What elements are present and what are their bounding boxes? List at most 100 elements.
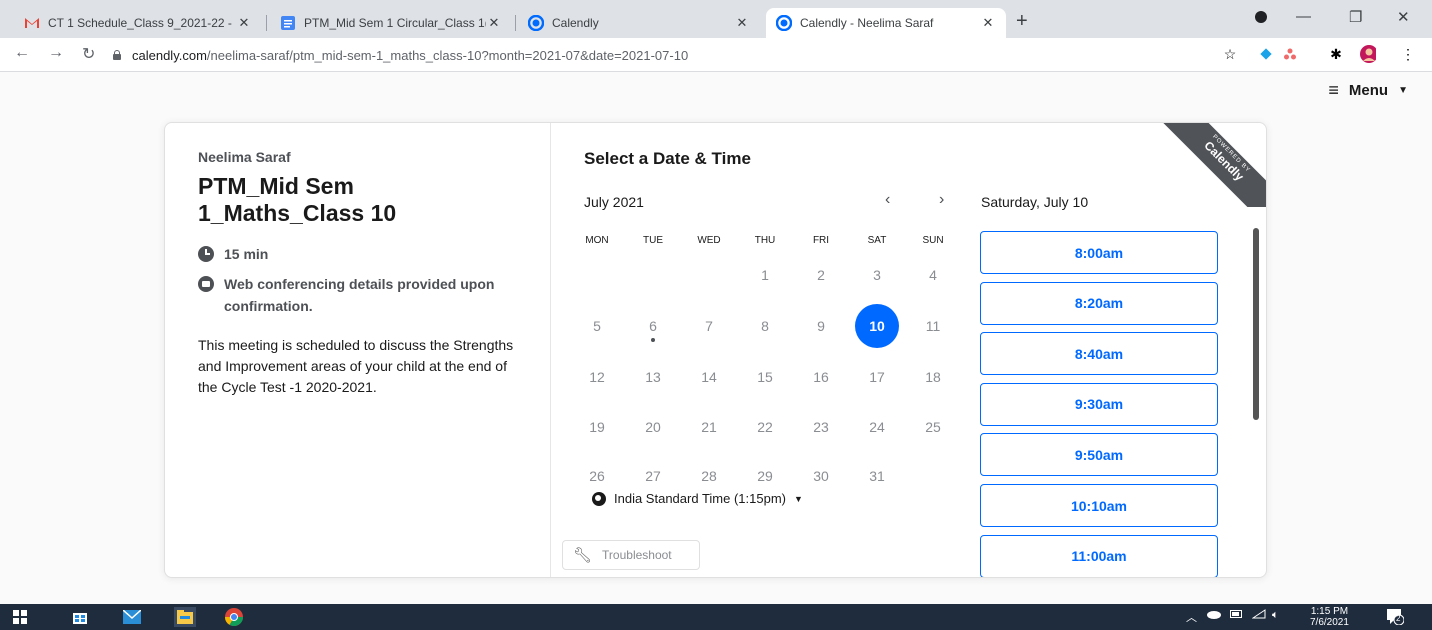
tab-title: Calendly [552, 16, 599, 30]
time-slot-button[interactable]: 9:30am [980, 382, 1218, 426]
chevron-left-icon[interactable]: ‹ [885, 191, 890, 209]
calendar-day: 17 [855, 355, 899, 399]
event-details: Neelima Saraf PTM_Mid Sem 1_Maths_Class … [165, 123, 551, 577]
minimize-icon[interactable]: — [1296, 8, 1311, 25]
restore-icon[interactable]: ❐ [1349, 8, 1362, 26]
chrome-icon[interactable] [224, 607, 244, 627]
calendar-day: 15 [743, 355, 787, 399]
store-icon[interactable] [70, 607, 90, 627]
file-explorer-icon[interactable] [174, 607, 196, 627]
chevron-right-icon[interactable]: › [939, 191, 944, 209]
time-slot-button[interactable]: 11:00am [980, 534, 1218, 577]
tab-divider [515, 15, 516, 31]
time-slot-button[interactable]: 8:40am [980, 332, 1218, 376]
calendar-day: 25 [911, 405, 955, 449]
tab-title: PTM_Mid Sem 1 Circular_Class 1( [304, 16, 486, 30]
calendar-day-number: 24 [869, 419, 885, 435]
back-icon[interactable]: ← [14, 44, 30, 62]
profile-dot-icon[interactable] [1254, 10, 1268, 28]
close-icon[interactable]: ✕ [486, 15, 502, 31]
time-slot-button[interactable]: 9:50am [980, 433, 1218, 477]
scrollbar[interactable] [1253, 228, 1259, 420]
time-slot-button[interactable]: 8:20am [980, 281, 1218, 325]
windows-start-icon[interactable] [10, 607, 30, 627]
calendar-day: 11 [911, 304, 955, 348]
calendar-day-number: 12 [589, 369, 605, 385]
month-label: July 2021 [584, 194, 644, 210]
wifi-icon[interactable] [1251, 609, 1266, 622]
hamburger-icon: ≡ [1328, 80, 1339, 100]
clock-icon [198, 246, 214, 262]
calendar-day-number: 20 [645, 419, 661, 435]
calendar-day-number: 29 [757, 468, 773, 484]
location-row: Web conferencing details provided upon c… [198, 273, 517, 317]
close-icon[interactable]: ✕ [734, 15, 750, 31]
address-bar[interactable]: calendly.com/neelima-saraf/ptm_mid-sem-1… [112, 42, 1242, 68]
menu-button[interactable]: ≡ Menu ▼ [1328, 80, 1408, 101]
close-icon[interactable]: ✕ [236, 15, 252, 31]
calendar-day: 16 [799, 355, 843, 399]
troubleshoot-label: Troubleshoot [602, 548, 672, 562]
more-menu-icon[interactable]: ⋮ [1400, 46, 1416, 62]
window-close-icon[interactable]: ✕ [1397, 8, 1410, 26]
calendar-day-number: 25 [925, 419, 941, 435]
forward-icon[interactable]: → [48, 44, 64, 62]
volume-icon[interactable]: 🔈︎ [1272, 609, 1279, 622]
extension-diamond-icon[interactable] [1258, 46, 1274, 62]
calendar-day-number: 4 [929, 267, 937, 283]
mail-icon[interactable] [122, 607, 142, 627]
taskbar: ︿ 🔈︎ 1:15 PM 7/6/2021 2 [0, 604, 1432, 630]
tab-gmail[interactable]: CT 1 Schedule_Class 9_2021-22 - ✕ [14, 8, 262, 38]
calendar-day: 24 [855, 405, 899, 449]
chevron-up-icon[interactable]: ︿ [1186, 609, 1197, 625]
notifications-icon[interactable]: 2 [1386, 607, 1405, 628]
calendar-day: 22 [743, 405, 787, 449]
weekday-label: FRI [812, 235, 830, 246]
calendar-day: 2 [799, 253, 843, 297]
cloud-icon[interactable] [1206, 609, 1222, 622]
tab-calendly[interactable]: Calendly ✕ [518, 8, 760, 38]
calendar-day-number: 26 [589, 468, 605, 484]
tab-docs[interactable]: PTM_Mid Sem 1 Circular_Class 1( ✕ [270, 8, 512, 38]
calendar-day-number: 8 [761, 318, 769, 334]
star-icon[interactable]: ☆ [1222, 46, 1238, 62]
clock-time: 1:15 PM [1310, 606, 1349, 617]
close-icon[interactable]: ✕ [980, 15, 996, 31]
calendar-day: 8 [743, 304, 787, 348]
calendar-day-number: 30 [813, 468, 829, 484]
weekday-label: WED [697, 235, 721, 246]
troubleshoot-button[interactable]: 🔧︎ Troubleshoot [562, 540, 700, 570]
new-tab-button[interactable]: + [1016, 10, 1028, 33]
calendar-day: 6 [631, 304, 675, 348]
event-description: This meeting is scheduled to discuss the… [198, 337, 514, 395]
timezone-selector[interactable]: India Standard Time (1:15pm) ▼ [592, 491, 803, 506]
tab-calendly-neelima[interactable]: Calendly - Neelima Saraf ✕ [766, 8, 1006, 38]
calendar-day: 7 [687, 304, 731, 348]
time-slot-button[interactable]: 10:10am [980, 484, 1218, 527]
weekday-label: SAT [867, 235, 887, 246]
battery-icon[interactable] [1230, 609, 1244, 622]
calendar-day-number: 31 [869, 468, 885, 484]
extensions-puzzle-icon[interactable]: ✱ [1328, 46, 1344, 62]
taskbar-clock[interactable]: 1:15 PM 7/6/2021 [1310, 606, 1349, 628]
clock-date: 7/6/2021 [1310, 617, 1349, 628]
organizer-name: Neelima Saraf [198, 149, 291, 165]
time-slot-button[interactable]: 8:00am [980, 231, 1218, 274]
calendar-day-number: 9 [817, 318, 825, 334]
avatar[interactable] [1360, 45, 1376, 63]
calendar-day: 5 [575, 304, 619, 348]
reload-icon[interactable]: ↻ [82, 44, 95, 64]
calendar-day: 30 [799, 454, 843, 498]
extension-dots-icon[interactable] [1282, 46, 1298, 62]
weekday-label: SUN [922, 235, 944, 246]
powered-by-badge[interactable]: POWERED BY Calendly [1156, 123, 1266, 207]
calendar-day-number: 5 [593, 318, 601, 334]
calendar-day-number: 27 [645, 468, 661, 484]
calendar-day: 3 [855, 253, 899, 297]
calendar-day-number: 28 [701, 468, 717, 484]
scheduler-heading: Select a Date & Time [584, 149, 751, 168]
calendar-day-selected[interactable]: 10 [855, 304, 899, 348]
calendar-day-number: 23 [813, 419, 829, 435]
wrench-icon: 🔧︎ [573, 547, 593, 564]
calendar-day-number: 13 [645, 369, 661, 385]
